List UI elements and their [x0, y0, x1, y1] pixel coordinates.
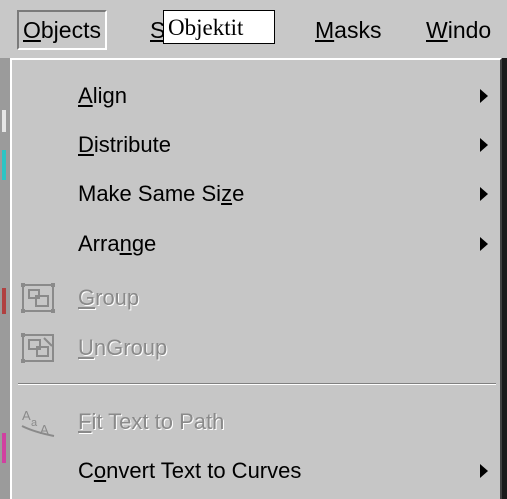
menu-separator	[18, 383, 496, 385]
menu-item-fit-text-to-path[interactable]: A a A Fit Text to Path	[12, 398, 500, 446]
menu-masks[interactable]: Masks	[315, 12, 381, 48]
translation-callout: Objektit	[163, 10, 275, 44]
objects-dropdown-menu: Align Distribute Make Same Size Arrange …	[10, 58, 502, 499]
menu-right-shadow	[502, 58, 507, 499]
submenu-arrow-icon	[480, 138, 488, 152]
group-icon	[21, 283, 55, 313]
menu-masks-label: Masks	[315, 17, 382, 43]
submenu-arrow-icon	[480, 187, 488, 201]
menu-item-label: Fit Text to Path	[78, 409, 225, 434]
menu-objects[interactable]: Objects	[17, 10, 107, 50]
edge-mark	[2, 110, 6, 132]
menu-item-group[interactable]: Group	[12, 274, 500, 322]
menu-window[interactable]: Windo	[426, 12, 491, 48]
menu-item-distribute[interactable]: Distribute	[12, 121, 500, 169]
menu-item-convert-text-to-curves[interactable]: Convert Text to Curves	[12, 447, 500, 495]
edge-mark	[2, 150, 6, 180]
fit-text-to-path-icon: A a A	[21, 408, 55, 437]
menu-item-label: Make Same Size	[78, 181, 245, 206]
menu-item-label: Group	[78, 285, 140, 310]
edge-mark	[2, 433, 6, 463]
menu-objects-label: Objects	[23, 17, 101, 43]
submenu-arrow-icon	[480, 89, 488, 103]
menu-item-make-same-size[interactable]: Make Same Size	[12, 170, 500, 218]
submenu-arrow-icon	[480, 237, 488, 251]
menu-bar: Objects S Masks Windo Objektit	[0, 0, 507, 58]
edge-mark	[2, 288, 6, 314]
menu-item-label: Convert Text to Curves	[78, 458, 302, 483]
ungroup-icon	[21, 333, 54, 363]
svg-text:A: A	[22, 408, 31, 423]
menu-item-label: UnGroup	[78, 335, 168, 360]
submenu-arrow-icon	[480, 464, 488, 478]
menu-item-ungroup[interactable]: UnGroup	[12, 324, 500, 372]
menu-item-label: Arrange	[78, 231, 157, 256]
svg-text:a: a	[31, 417, 38, 429]
menu-item-label: Align	[78, 83, 127, 108]
menu-item-arrange[interactable]: Arrange	[12, 220, 500, 268]
menu-item-align[interactable]: Align	[12, 72, 500, 120]
menu-window-label: Windo	[426, 17, 492, 43]
window-edge-strip	[0, 58, 10, 499]
menu-item-label: Distribute	[78, 132, 171, 157]
